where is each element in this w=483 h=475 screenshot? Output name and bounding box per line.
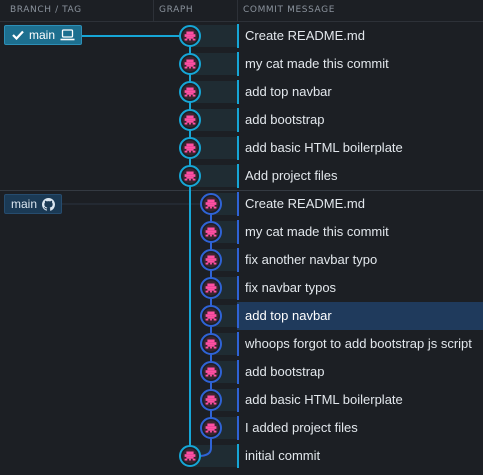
github-icon (42, 197, 56, 211)
commit-message: Create README.md (245, 28, 365, 43)
lane-color-bar (237, 80, 239, 104)
commit-row[interactable]: I added project files (237, 414, 483, 442)
lane-color-bar (237, 304, 239, 328)
commit-message: Add project files (245, 168, 338, 183)
lane-color-bar (237, 388, 239, 412)
commit-row[interactable]: add top navbar (237, 78, 483, 106)
commit-row[interactable]: whoops forgot to add bootstrap js script (237, 330, 483, 358)
commit-row[interactable]: initial commit (237, 442, 483, 470)
commit-message: add bootstrap (245, 112, 325, 127)
remote-branch-tag[interactable]: main (4, 194, 63, 214)
commit-row[interactable]: fix another navbar typo (237, 246, 483, 274)
commit-row[interactable]: add basic HTML boilerplate (237, 386, 483, 414)
lane-color-bar (237, 248, 239, 272)
local-branch-tag[interactable]: main (4, 25, 83, 45)
commit-row[interactable]: fix navbar typos (237, 274, 483, 302)
local-branch-name: main (29, 28, 56, 42)
commit-message: add basic HTML boilerplate (245, 140, 403, 155)
commit-message: add basic HTML boilerplate (245, 392, 403, 407)
commit-row[interactable]: add basic HTML boilerplate (237, 134, 483, 162)
commit-message: add bootstrap (245, 364, 325, 379)
remote-branch-name: main (11, 197, 38, 211)
lane-color-bar (237, 108, 239, 132)
commit-message: Create README.md (245, 196, 365, 211)
lane-color-bar (237, 164, 239, 188)
lane-color-bar (237, 136, 239, 160)
commit-row[interactable]: my cat made this commit (237, 218, 483, 246)
commit-row[interactable]: my cat made this commit (237, 50, 483, 78)
commit-message: whoops forgot to add bootstrap js script (245, 336, 472, 351)
lane-color-bar (237, 192, 239, 216)
git-graph-panel: BRANCH / TAG GRAPH COMMIT MESSAGE Create… (0, 0, 483, 475)
commit-message: my cat made this commit (245, 56, 389, 71)
commit-row[interactable]: Create README.md (237, 190, 483, 218)
lane-color-bar (237, 444, 239, 468)
lane-color-bar (237, 276, 239, 300)
commit-message: initial commit (245, 448, 321, 463)
commit-message: fix navbar typos (245, 280, 337, 295)
commit-row[interactable]: add bootstrap (237, 358, 483, 386)
commit-message: fix another navbar typo (245, 252, 378, 267)
commit-message: my cat made this commit (245, 224, 389, 239)
checked-icon (11, 29, 24, 42)
commit-message: I added project files (245, 420, 358, 435)
laptop-icon (60, 29, 75, 41)
commit-message: add top navbar (245, 308, 332, 323)
commit-row[interactable]: add bootstrap (237, 106, 483, 134)
lane-color-bar (237, 416, 239, 440)
lane-color-bar (237, 24, 239, 48)
lane-color-bar (237, 360, 239, 384)
commit-message: add top navbar (245, 84, 332, 99)
commit-row[interactable]: Add project files (237, 162, 483, 190)
commit-row[interactable]: Create README.md (237, 22, 483, 50)
commit-row[interactable]: add top navbar (237, 302, 483, 330)
lane-color-bar (237, 332, 239, 356)
lane-color-bar (237, 220, 239, 244)
lane-color-bar (237, 52, 239, 76)
